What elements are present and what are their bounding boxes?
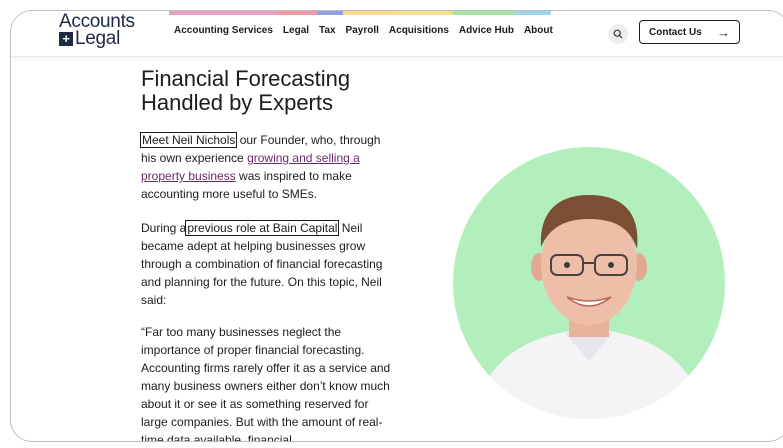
stripe-teal bbox=[515, 11, 551, 15]
main-nav: Accounting Services Legal Tax Payroll Ac… bbox=[174, 25, 553, 36]
founder-portrait bbox=[453, 147, 725, 419]
nav-acquisitions[interactable]: Acquisitions bbox=[389, 25, 449, 36]
nav-payroll[interactable]: Payroll bbox=[346, 25, 379, 36]
search-icon bbox=[613, 29, 623, 39]
page-title-line-2: Handled by Experts bbox=[141, 90, 333, 115]
logo-line-2: Legal bbox=[75, 28, 120, 49]
screenshot-frame: Accounts + Legal Accounting Services Leg… bbox=[10, 10, 783, 442]
contact-us-label: Contact Us bbox=[649, 26, 702, 38]
intro-paragraph: Meet Neil Nichols our Founder, who, thro… bbox=[139, 131, 396, 203]
nav-tax[interactable]: Tax bbox=[319, 25, 336, 36]
quote-paragraph: “Far too many businesses neglect the imp… bbox=[141, 325, 391, 442]
stripe-blue bbox=[317, 11, 343, 15]
nav-advice-hub[interactable]: Advice Hub bbox=[459, 25, 514, 36]
stripe-rose bbox=[277, 11, 317, 15]
header-color-stripes bbox=[169, 11, 551, 15]
bain-text-1: During a bbox=[141, 221, 187, 235]
founder-photo-illustration bbox=[473, 195, 705, 419]
search-button[interactable] bbox=[608, 24, 628, 44]
site-logo[interactable]: Accounts + Legal bbox=[59, 12, 135, 49]
nav-legal[interactable]: Legal bbox=[283, 25, 309, 36]
stripe-green bbox=[453, 11, 515, 15]
stripe-lightblue bbox=[343, 11, 385, 15]
arrow-right-icon: → bbox=[717, 24, 730, 40]
bain-paragraph: During aprevious role at Bain Capital Ne… bbox=[141, 219, 396, 309]
stripe-pink bbox=[169, 11, 277, 15]
contact-us-button[interactable]: Contact Us → bbox=[639, 20, 740, 44]
logo-plus-icon: + bbox=[59, 31, 73, 46]
nav-accounting-services[interactable]: Accounting Services bbox=[174, 25, 273, 36]
page-title: Financial Forecasting Handled by Experts bbox=[141, 67, 401, 115]
meet-neil-highlight: Meet Neil Nichols bbox=[139, 132, 238, 148]
stripe-yellow bbox=[385, 11, 453, 15]
page-title-line-1: Financial Forecasting bbox=[141, 66, 351, 91]
bain-capital-highlight: previous role at Bain Capital bbox=[185, 220, 340, 236]
nav-about[interactable]: About bbox=[524, 25, 553, 36]
site-header: Accounts + Legal Accounting Services Leg… bbox=[11, 11, 783, 57]
